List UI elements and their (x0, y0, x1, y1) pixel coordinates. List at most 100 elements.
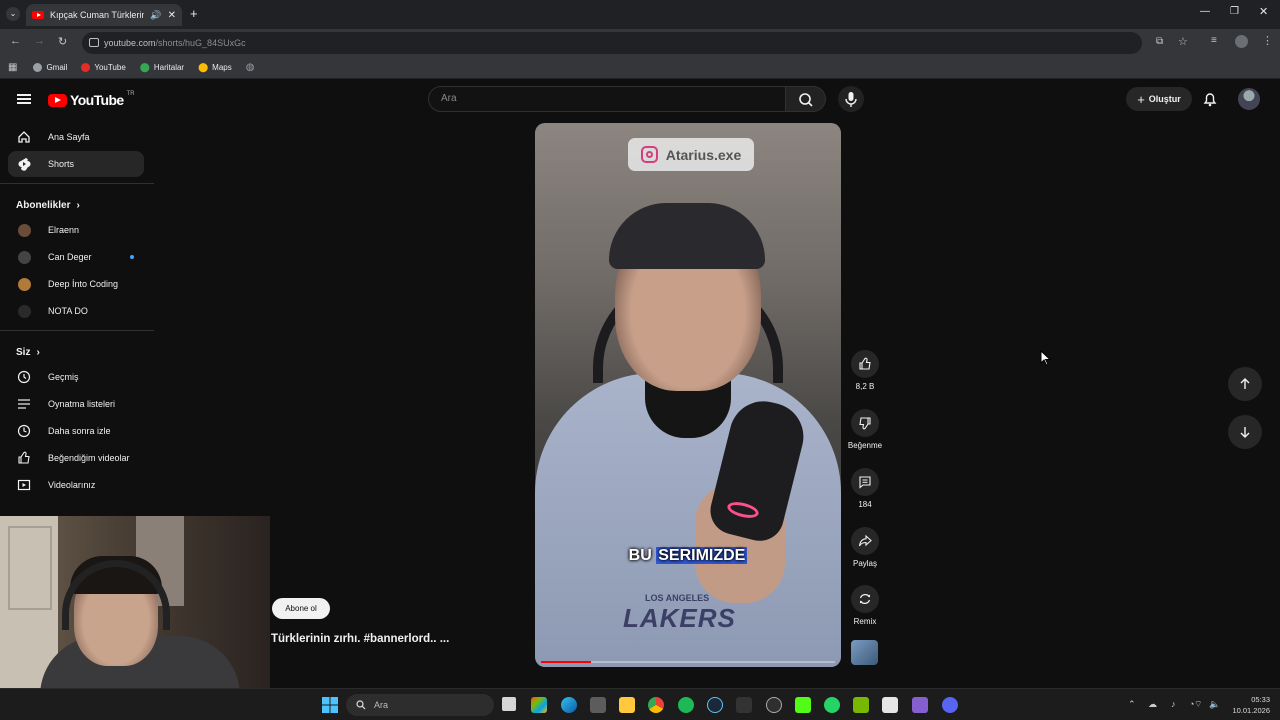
new-tab-button[interactable]: + (190, 6, 198, 21)
bookmark-gmail[interactable]: Gmail (33, 62, 67, 72)
video-progress-fill (541, 661, 591, 663)
whatsapp-icon[interactable] (824, 697, 840, 713)
taskbar-search-input[interactable]: Ara (346, 694, 494, 716)
game-app-icon[interactable] (736, 697, 752, 713)
volume-icon[interactable]: 🔈 (1209, 699, 1220, 710)
remix-action[interactable]: Remix (842, 585, 888, 626)
hamburger-menu-icon[interactable] (17, 94, 31, 104)
shorts-video-player[interactable]: Atarius.exe BU SERIMIZDE LOS ANGELES LAK… (535, 123, 841, 667)
bookmark-label: YouTube (94, 62, 126, 72)
next-short-button[interactable] (1228, 415, 1262, 449)
active-browser-tab[interactable]: Kıpçak Cuman Türklerinin z 🔊 ✕ (26, 4, 182, 26)
edge-icon[interactable] (561, 697, 577, 713)
widgets-icon[interactable] (531, 697, 547, 713)
back-icon[interactable]: ← (10, 35, 21, 47)
install-app-icon[interactable]: ⧉ (1156, 36, 1163, 47)
subscribe-button[interactable]: Abone ol (272, 598, 330, 619)
kick-icon[interactable] (795, 697, 811, 713)
subscriptions-heading[interactable]: Abonelikler › (0, 190, 154, 217)
bookmark-label: Haritalar (153, 62, 185, 72)
minimize-button[interactable]: — (1200, 6, 1210, 17)
like-button[interactable] (851, 350, 879, 378)
file-explorer-icon[interactable] (619, 697, 635, 713)
tray-mic-icon[interactable]: ♪ (1171, 699, 1176, 709)
maximize-button[interactable]: ❐ (1230, 6, 1239, 17)
steam-icon[interactable] (707, 697, 723, 713)
sidebar-item-your-videos[interactable]: Videolarınız (8, 472, 144, 498)
sound-thumbnail[interactable] (851, 640, 878, 665)
g-app-icon[interactable] (882, 697, 898, 713)
reload-icon[interactable]: ↻ (58, 35, 67, 48)
watch-later-icon (12, 424, 36, 438)
channel-avatar-slot (12, 223, 36, 237)
taskbar-clock[interactable]: 05:33 10.01.2026 (1226, 694, 1270, 716)
sidebar-item-home[interactable]: Ana Sayfa (8, 124, 144, 150)
tab-search-button[interactable]: ⌄ (6, 7, 20, 21)
profile-icon[interactable] (1235, 35, 1248, 48)
site-info-icon[interactable] (89, 38, 99, 47)
sidebar-subscription-elraenn[interactable]: Elraenn (8, 217, 144, 243)
previous-short-button[interactable] (1228, 367, 1262, 401)
short-title[interactable]: Türklerinin zırhı. #bannerlord.. ... (271, 633, 449, 645)
sidebar-subscription-can-deger[interactable]: Can Deger (8, 244, 144, 270)
sidebar-item-playlists[interactable]: Oynatma listeleri (8, 391, 144, 417)
bookmark-maps[interactable]: ⬤ Maps (198, 62, 232, 73)
url-bar[interactable]: youtube.com/shorts/huG_84SUxGc (82, 32, 1142, 54)
youtube-logo[interactable]: YouTube TR (48, 91, 135, 108)
search-input[interactable]: Ara (428, 86, 786, 112)
store-icon[interactable] (590, 697, 606, 713)
comments-action[interactable]: 184 (842, 468, 888, 509)
voice-search-button[interactable] (838, 86, 864, 112)
wifi-icon[interactable]: ⌔ (1194, 699, 1202, 710)
sidebar-subscription-deep-into-coding[interactable]: Deep İnto Coding (8, 271, 144, 297)
beanie (609, 203, 765, 269)
map-pin-icon: ⬤ (139, 61, 150, 72)
speaker-icon[interactable]: 🔊 (150, 10, 161, 21)
dislike-action[interactable]: Beğenme (842, 409, 888, 450)
channel-avatar (17, 277, 31, 291)
comments-button[interactable] (851, 468, 879, 496)
chrome-icon[interactable] (648, 697, 664, 713)
notifications-button[interactable] (1200, 89, 1220, 109)
mouse-cursor-icon (1040, 350, 1052, 366)
media-controls-icon[interactable]: ≡ (1211, 35, 1217, 46)
share-action[interactable]: Paylaş (842, 527, 888, 568)
tray-overflow-icon[interactable]: ⌃ (1128, 699, 1136, 710)
sidebar-item-liked-videos[interactable]: Beğendiğim videolar (8, 445, 144, 471)
bookmark-star-icon[interactable]: ☆ (1178, 35, 1188, 48)
like-count: 8,2 B (855, 382, 875, 391)
discord-icon[interactable] (942, 697, 958, 713)
onedrive-icon[interactable]: ☁ (1148, 699, 1157, 710)
sidebar-item-history[interactable]: Geçmiş (8, 364, 144, 390)
task-view-icon[interactable] (502, 697, 516, 711)
account-avatar[interactable] (1238, 88, 1260, 110)
bookmark-youtube[interactable]: YouTube (81, 62, 126, 72)
search-button[interactable] (786, 86, 826, 112)
close-window-button[interactable]: ✕ (1259, 5, 1268, 18)
forward-icon[interactable]: → (34, 35, 45, 47)
close-tab-icon[interactable]: ✕ (168, 10, 176, 21)
windows-start-icon[interactable] (322, 697, 338, 713)
microphone-icon (845, 92, 857, 107)
bookmark-haritalar[interactable]: ⬤ Haritalar (140, 62, 184, 73)
spotify-icon[interactable] (678, 697, 694, 713)
nvidia-icon[interactable] (853, 697, 869, 713)
remix-button[interactable] (851, 585, 879, 613)
video-progress-bar[interactable] (541, 661, 835, 663)
apps-grid-icon[interactable]: ▦ (8, 62, 17, 73)
obs-icon[interactable] (766, 697, 782, 713)
like-action[interactable]: 8,2 B (842, 350, 888, 391)
you-heading[interactable]: Siz › (0, 337, 154, 364)
channel-avatar (17, 250, 31, 264)
bookmark-label: Maps (212, 62, 232, 72)
sidebar-item-watch-later[interactable]: Daha sonra izle (8, 418, 144, 444)
create-button[interactable]: + Oluştur (1126, 87, 1192, 111)
share-button[interactable] (851, 527, 879, 555)
bookmark-globe[interactable]: ◍ (246, 62, 255, 73)
menu-kebab-icon[interactable]: ⋮ (1262, 34, 1273, 47)
sidebar-item-shorts[interactable]: Shorts (8, 151, 144, 177)
dislike-button[interactable] (851, 409, 879, 437)
sidebar-item-label: Videolarınız (48, 480, 96, 490)
sidebar-subscription-nota-do[interactable]: NOTA DO (8, 298, 144, 324)
visual-studio-icon[interactable] (912, 697, 928, 713)
